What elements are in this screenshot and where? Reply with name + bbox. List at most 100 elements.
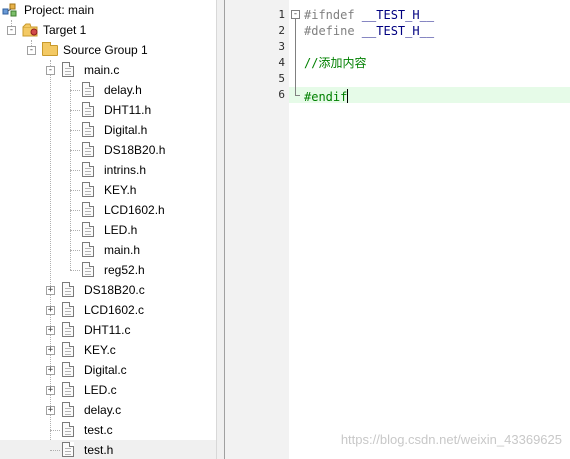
collapse-minus-icon[interactable]: - [7, 26, 16, 35]
collapse-minus-icon[interactable]: - [46, 66, 55, 75]
tree-line [50, 450, 60, 451]
macro-name: __TEST_H__ [354, 8, 435, 22]
file-icon [62, 342, 74, 357]
expand-plus-icon[interactable]: + [46, 386, 55, 395]
code-line[interactable]: #define __TEST_H__ [304, 23, 434, 39]
tree-line [70, 190, 80, 191]
file-icon [62, 62, 74, 77]
file-label: KEY.c [84, 343, 116, 357]
tree-item-source-file[interactable]: + LCD1602.c [0, 300, 216, 320]
file-icon [82, 162, 94, 177]
file-icon [62, 322, 74, 337]
expand-plus-icon[interactable]: + [46, 326, 55, 335]
fold-line [295, 19, 296, 95]
line-number: 2 [278, 24, 285, 37]
file-icon [62, 442, 74, 457]
tree-line [50, 430, 60, 431]
pane-splitter[interactable] [216, 0, 225, 459]
target-label: Target 1 [43, 23, 87, 37]
expand-plus-icon[interactable]: + [46, 286, 55, 295]
tree-item-include[interactable]: KEY.h [0, 180, 216, 200]
file-label: test.c [84, 423, 113, 437]
line-number: 5 [278, 72, 285, 85]
tree-item-include[interactable]: reg52.h [0, 260, 216, 280]
code-line[interactable]: #endif [304, 87, 349, 104]
file-icon [82, 222, 94, 237]
tree-item-include[interactable]: LCD1602.h [0, 200, 216, 220]
file-icon [82, 122, 94, 137]
file-label: reg52.h [104, 263, 145, 277]
group-label: Source Group 1 [63, 43, 148, 57]
file-label: LCD1602.h [104, 203, 165, 217]
tree-item-include[interactable]: DS18B20.h [0, 140, 216, 160]
tree-item-source-file[interactable]: + Digital.c [0, 360, 216, 380]
tree-item-source-file[interactable]: + DS18B20.c [0, 280, 216, 300]
file-label: DS18B20.c [84, 283, 145, 297]
tree-item-include[interactable]: delay.h [0, 80, 216, 100]
project-tree: Project: main - Target 1 - Source Group … [0, 0, 216, 459]
tree-item-project[interactable]: Project: main [0, 0, 216, 20]
file-label: LED.c [84, 383, 117, 397]
file-label: Digital.h [104, 123, 148, 137]
code-editor[interactable]: #ifndef __TEST_H__ #define __TEST_H__ //… [289, 0, 570, 459]
tree-line [70, 130, 80, 131]
fold-collapse-icon[interactable]: - [291, 10, 300, 19]
file-icon [82, 182, 94, 197]
expand-plus-icon[interactable]: + [46, 406, 55, 415]
collapse-minus-icon[interactable]: - [27, 46, 36, 55]
tree-line [70, 270, 80, 271]
file-label: intrins.h [104, 163, 147, 177]
file-label: DHT11.c [84, 323, 131, 337]
tree-line [70, 110, 80, 111]
file-icon [62, 362, 74, 377]
expand-plus-icon[interactable]: + [46, 306, 55, 315]
line-number-gutter: 1 2 3 4 5 6 [225, 0, 289, 459]
tree-item-include[interactable]: main.h [0, 240, 216, 260]
file-icon [62, 382, 74, 397]
file-label: LCD1602.c [84, 303, 145, 317]
file-icon [62, 402, 74, 417]
target-icon [22, 23, 38, 37]
tree-item-include[interactable]: Digital.h [0, 120, 216, 140]
file-icon [82, 262, 94, 277]
tree-item-target[interactable]: - Target 1 [0, 20, 216, 40]
tree-line [70, 210, 80, 211]
file-label: delay.h [104, 83, 142, 97]
preprocessor-keyword: #define [304, 24, 355, 38]
fold-end-marker [295, 95, 300, 96]
file-label: DS18B20.h [104, 143, 166, 157]
code-line[interactable]: #ifndef __TEST_H__ [304, 7, 434, 23]
tree-item-include[interactable]: intrins.h [0, 160, 216, 180]
file-icon [82, 202, 94, 217]
file-icon [62, 302, 74, 317]
file-label: DHT11.h [104, 103, 152, 117]
tree-item-source-file[interactable]: + KEY.c [0, 340, 216, 360]
file-icon [82, 102, 94, 117]
tree-item-file[interactable]: test.c [0, 420, 216, 440]
line-number: 4 [278, 56, 285, 69]
line-number: 1 [278, 8, 285, 21]
project-title: Project: main [24, 3, 95, 17]
expand-plus-icon[interactable]: + [46, 366, 55, 375]
file-label: test.h [84, 443, 114, 457]
line-number: 6 [278, 88, 285, 101]
tree-item-include[interactable]: LED.h [0, 220, 216, 240]
file-icon [82, 242, 94, 257]
tree-item-source-group[interactable]: - Source Group 1 [0, 40, 216, 60]
tree-item-include[interactable]: DHT11.h [0, 100, 216, 120]
file-icon [82, 142, 94, 157]
tree-line [70, 170, 80, 171]
tree-item-main-c[interactable]: - main.c [0, 60, 216, 80]
tree-line [70, 250, 80, 251]
tree-item-file-selected[interactable]: test.h [0, 440, 216, 459]
code-line[interactable]: //添加内容 [304, 55, 366, 71]
watermark-text: https://blog.csdn.net/weixin_43369625 [340, 432, 562, 447]
file-icon [62, 282, 74, 297]
tree-item-source-file[interactable]: + delay.c [0, 400, 216, 420]
tree-line [70, 150, 80, 151]
tree-item-source-file[interactable]: + LED.c [0, 380, 216, 400]
code-comment: //添加内容 [304, 56, 367, 70]
file-label: KEY.h [104, 183, 137, 197]
expand-plus-icon[interactable]: + [46, 346, 55, 355]
tree-item-source-file[interactable]: + DHT11.c [0, 320, 216, 340]
